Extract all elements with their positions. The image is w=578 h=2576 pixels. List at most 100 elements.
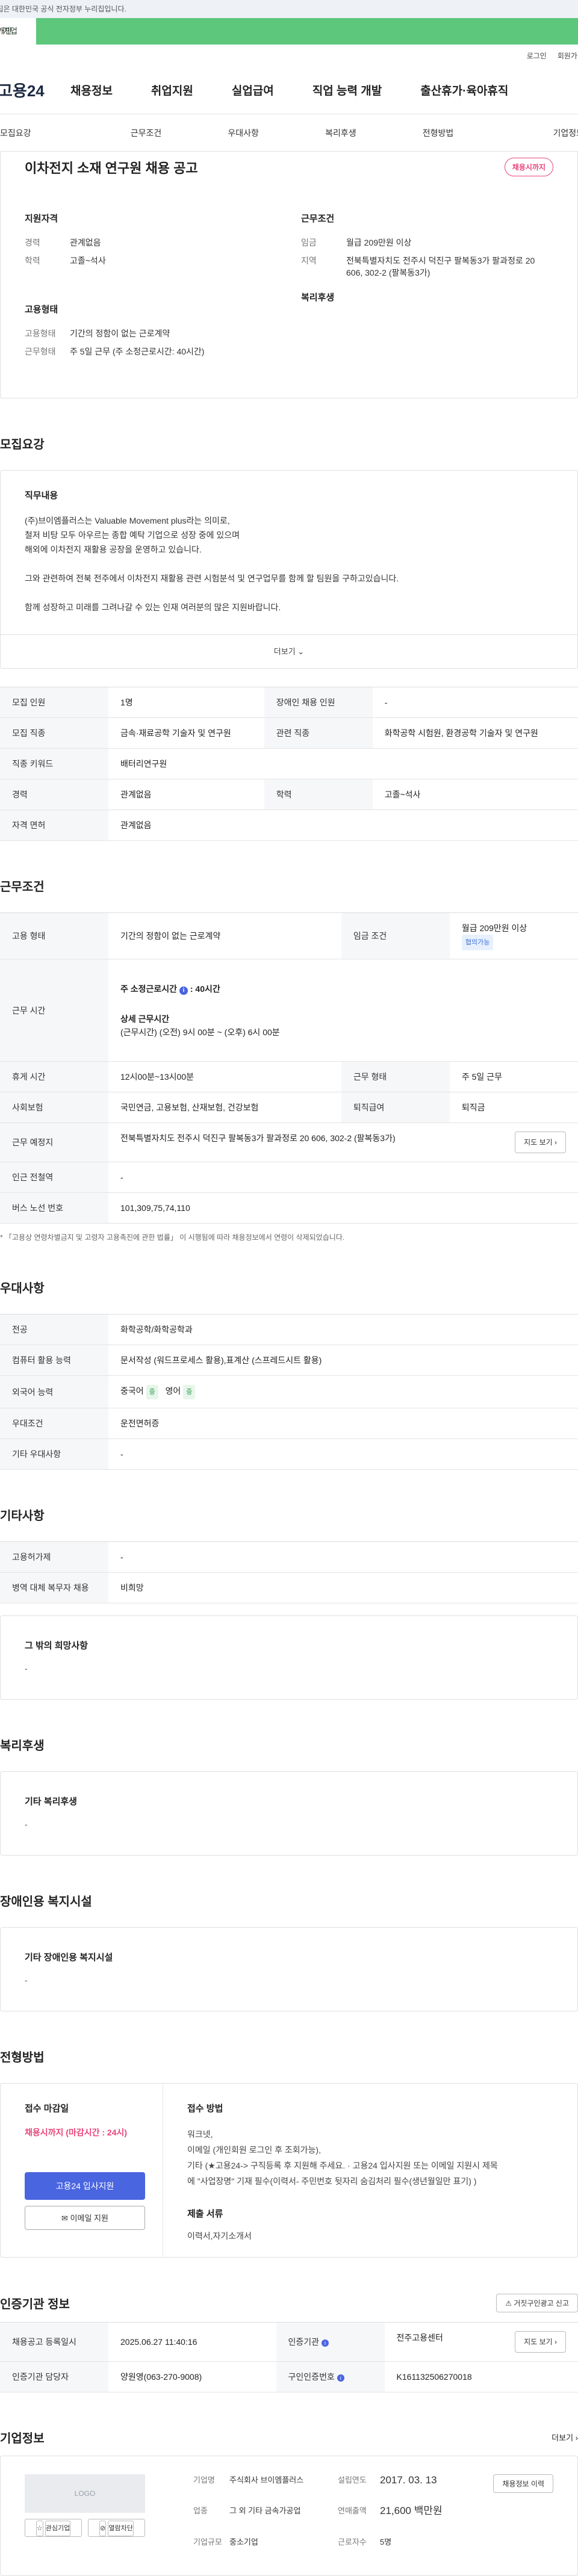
table-row: 모집 인원 1명 장애인 채용 인원 - bbox=[0, 687, 578, 718]
login-link[interactable]: 로그인 bbox=[527, 51, 547, 61]
report-button[interactable]: ⚠ 거짓구인광고 신고 bbox=[496, 2294, 578, 2312]
summary-qualification: 지원자격 경력 관계없음 학력 고졸~석사 bbox=[25, 212, 277, 285]
table-header: 임금 조건 bbox=[341, 912, 450, 959]
anchor-apply[interactable]: 전형방법 bbox=[390, 127, 487, 139]
company-logo: LOGO bbox=[25, 2474, 145, 2513]
table-header: 컴퓨터 활용 능력 bbox=[0, 1345, 108, 1376]
table-cell: 월급 209만원 이상 협의가능 bbox=[449, 912, 578, 959]
company-sales-value: 21,600 백만원 bbox=[380, 2505, 443, 2517]
table-row: 근무 예정지 전북특별자치도 전주시 덕진구 팔복동3가 팔과정로 20 606,… bbox=[0, 1122, 578, 1162]
other-wishes-value: - bbox=[25, 1664, 28, 1673]
section-title-work: 근무조건 bbox=[0, 881, 45, 894]
anchor-pref[interactable]: 우대사항 bbox=[194, 127, 292, 139]
job-description-title: 직무내용 bbox=[25, 491, 58, 501]
alert-icon: ⚠ bbox=[505, 2299, 512, 2308]
job-title: 이차전지 소재 연구원 채용 공고 bbox=[25, 161, 198, 176]
other-wishes-card: 그 밖의 희망사항 - bbox=[0, 1615, 578, 1700]
section-title-pref: 우대사항 bbox=[0, 1282, 45, 1295]
company-emp-label: 근로자수 bbox=[338, 2537, 367, 2547]
method-line: 워크넷, bbox=[187, 2129, 213, 2139]
table-cell: 전주고용센터 지도 보기 › bbox=[384, 2322, 578, 2362]
more-button[interactable]: 더보기 ⌄ bbox=[1, 634, 577, 668]
desc-line: 함께 성장하고 미래를 그려나갈 수 있는 인재 여러분의 많은 지원바랍니다. bbox=[25, 602, 281, 612]
apply-button[interactable]: 고용24 입사지원 bbox=[25, 2172, 145, 2200]
info-icon[interactable]: i bbox=[337, 2374, 344, 2382]
map-button-label: 지도 보기 bbox=[524, 1138, 553, 1147]
anchor-recruit[interactable]: 모집요강 bbox=[0, 127, 98, 139]
table-cell: 배터리연구원 bbox=[108, 748, 578, 779]
tab-corporate-label: 기업 bbox=[3, 26, 17, 36]
company-more-link[interactable]: 더보기 › bbox=[552, 2432, 578, 2443]
favorite-company-button[interactable]: ☆ 관심기업 bbox=[25, 2519, 82, 2537]
table-cell: 기간의 정함이 없는 근로계약 bbox=[108, 912, 341, 959]
table-cell: - bbox=[108, 1438, 578, 1470]
table-header: 근무 시간 bbox=[0, 959, 108, 1062]
agency-org-label: 인증기관 bbox=[288, 2337, 320, 2347]
company-more-label: 더보기 bbox=[552, 2433, 574, 2442]
company-emp-value: 5명 bbox=[380, 2537, 392, 2547]
block-view-button[interactable]: ⊘ 열람차단 bbox=[88, 2519, 145, 2537]
section-title-disabled: 장애인용 복지시설 bbox=[0, 1895, 92, 1909]
agency-org-value: 전주고용센터 bbox=[396, 2333, 443, 2342]
kv-key: 근무형태 bbox=[25, 347, 56, 356]
section-title-apply: 전형방법 bbox=[0, 2051, 45, 2064]
table-cell: - bbox=[108, 1162, 578, 1193]
email-apply-button[interactable]: ✉ 이메일 지원 bbox=[25, 2206, 145, 2230]
disabled-box-value: - bbox=[25, 1975, 28, 1985]
method-line: 이메일 (개인회원 로그인 후 조회가능), bbox=[187, 2145, 321, 2155]
table-row: 고용 형태 기간의 정함이 없는 근로계약 임금 조건 월급 209만원 이상 협의가능 bbox=[0, 912, 578, 959]
table-header: 모집 인원 bbox=[0, 687, 108, 718]
table-cell: 운전면허증 bbox=[108, 1408, 578, 1439]
lang-name: 중국어 bbox=[120, 1386, 144, 1396]
agency-header: 인증기관 정보 ⚠ 거짓구인광고 신고 bbox=[0, 2294, 578, 2312]
site-logo[interactable]: 고용24 bbox=[0, 79, 70, 101]
gnb-menu-leave[interactable]: 출산휴가·육아휴직 bbox=[420, 82, 508, 98]
company-size-label: 기업규모 bbox=[193, 2537, 222, 2547]
info-icon[interactable]: i bbox=[179, 986, 188, 995]
company-sales-label: 연매출액 bbox=[338, 2506, 367, 2516]
agency-map-button[interactable]: 지도 보기 › bbox=[515, 2331, 566, 2353]
tab-corporate[interactable]: 기업 bbox=[3, 18, 578, 45]
recruit-history-button[interactable]: 채용정보 이력 bbox=[493, 2474, 553, 2493]
table-cell: 중국어 중 영어 중 bbox=[108, 1375, 578, 1408]
lang-level-chip: 중 bbox=[146, 1385, 158, 1399]
benefit-card: 기타 복리후생 - bbox=[0, 1771, 578, 1856]
lang-level-chip: 중 bbox=[183, 1385, 196, 1399]
table-header: 학력 bbox=[264, 779, 373, 810]
map-button[interactable]: 지도 보기 › bbox=[515, 1132, 566, 1153]
anchor-company[interactable]: 기업정보 bbox=[486, 127, 578, 139]
table-header: 사회보험 bbox=[0, 1092, 108, 1123]
gnb-menu-skills[interactable]: 직업 능력 개발 bbox=[312, 82, 382, 98]
summary-welfare-title: 복리후생 bbox=[301, 293, 335, 303]
kv-value: 기간의 정함이 없는 근로계약 bbox=[70, 329, 170, 338]
location-value: 전북특별자치도 전주시 덕진구 팔복동3가 팔과정로 20 606, 302-2… bbox=[120, 1133, 396, 1143]
deadline-value: 채용시까지 (마감시간 : 24시) bbox=[25, 2128, 128, 2137]
signup-link[interactable]: 회원가입 bbox=[558, 51, 578, 61]
gnb-menu-employment-support[interactable]: 취업지원 bbox=[151, 82, 193, 98]
table-header: 버스 노선 번호 bbox=[0, 1192, 108, 1224]
hours-detail-value: (근무시간) (오전) 9시 00분 ~ (오후) 6시 00분 bbox=[120, 1027, 280, 1037]
table-header: 관련 직종 bbox=[264, 717, 373, 749]
kv-key: 임금 bbox=[301, 238, 317, 247]
table-header: 인근 전철역 bbox=[0, 1162, 108, 1193]
anchor-benefit[interactable]: 복리후생 bbox=[292, 127, 390, 139]
table-cell: 2025.06.27 11:40:16 bbox=[108, 2322, 276, 2362]
gnb-menu-jobs[interactable]: 채용정보 bbox=[70, 82, 113, 98]
gnb-menu-unemployment-benefit[interactable]: 실업급여 bbox=[232, 82, 274, 98]
anchor-work[interactable]: 근무조건 bbox=[98, 127, 195, 139]
method-line: 기타 (★고용24-> 구직등록 후 지원해 주세요. · 고용24 입사지원 … bbox=[187, 2161, 498, 2170]
table-row: 채용공고 등록일시 2025.06.27 11:40:16 인증기관 i 전주고용센터… bbox=[0, 2322, 578, 2362]
company-est-label: 설립연도 bbox=[338, 2475, 367, 2485]
kv-value: 월급 209만원 이상 bbox=[346, 238, 412, 247]
kv-value: 고졸~석사 bbox=[70, 256, 106, 265]
company-header: 기업정보 더보기 › bbox=[0, 2429, 578, 2446]
table-row: 모집 직종 금속·재료공학 기술자 및 연구원 관련 직종 화학공학 시험원, 환경공… bbox=[0, 717, 578, 749]
hours-detail-title: 상세 근무시간 bbox=[120, 1014, 170, 1024]
wage-value: 월급 209만원 이상 bbox=[461, 923, 527, 933]
table-row: 컴퓨터 활용 능력 문서작성 (워드프로세스 활용),표계산 (스프레드시트 활용… bbox=[0, 1345, 578, 1376]
table-row: 우대조건 운전면허증 bbox=[0, 1408, 578, 1439]
recruit-info-table: 모집 인원 1명 장애인 채용 인원 - 모집 직종 금속·재료공학 기술자 및 연구원… bbox=[0, 687, 578, 841]
kv-key: 지역 bbox=[301, 256, 317, 265]
info-icon[interactable]: i bbox=[321, 2339, 329, 2347]
company-actions: 채용정보 이력 bbox=[493, 2474, 553, 2557]
